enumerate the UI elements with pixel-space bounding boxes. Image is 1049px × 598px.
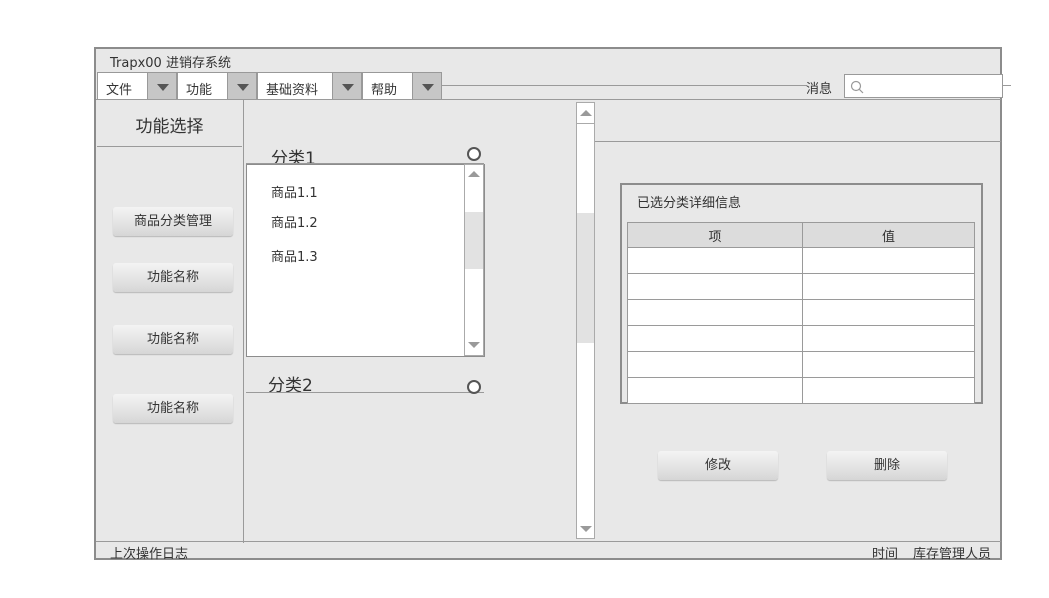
menu-function-dropdown[interactable] [227,72,257,100]
chevron-down-icon [342,84,354,91]
header-divider [96,99,1001,100]
sidebar-button-function-2[interactable]: 功能名称 [113,325,233,354]
search-input[interactable] [844,74,1003,98]
table-cell[interactable] [802,247,975,274]
column-header-item: 项 [627,222,803,248]
table-row[interactable] [627,273,975,300]
category-2-radio[interactable] [467,380,481,394]
scroll-down-icon[interactable] [580,526,592,532]
main-scrollbar[interactable] [576,102,595,539]
table-cell[interactable] [627,273,803,300]
menu-basic-data[interactable]: 基础资料 [257,72,333,100]
table-row[interactable] [627,299,975,326]
table-cell[interactable] [627,351,803,378]
list-item[interactable]: 商品1.2 [271,212,318,231]
category-2-line [246,392,484,393]
menu-function[interactable]: 功能 [177,72,228,100]
menu-file[interactable]: 文件 [97,72,148,100]
menubar-divider [442,85,807,86]
table-cell[interactable] [627,325,803,352]
menu-basic-data-dropdown[interactable] [332,72,362,100]
menu-file-dropdown[interactable] [147,72,177,100]
table-cell[interactable] [802,377,975,404]
sidebar-border [243,100,244,543]
detail-panel-title: 已选分类详细信息 [637,196,742,211]
detail-table: 项 值 [627,222,975,404]
scroll-down-icon[interactable] [468,342,480,348]
scrollbar-separator [577,123,594,124]
statusbar-divider [96,541,1001,542]
current-user-label: 库存管理人员 [913,547,992,562]
scroll-up-icon[interactable] [468,171,480,177]
last-operation-log[interactable]: 上次操作日志 [110,543,188,562]
table-cell[interactable] [627,247,803,274]
table-cell[interactable] [802,273,975,300]
message-label: 消息 [806,82,833,97]
chevron-down-icon [157,84,169,91]
menu-help[interactable]: 帮助 [362,72,413,100]
chevron-down-icon [422,84,434,91]
table-row[interactable] [627,247,975,274]
table-cell[interactable] [802,351,975,378]
sidebar-divider [97,146,242,147]
sidebar-button-function-1[interactable]: 功能名称 [113,263,233,292]
table-cell[interactable] [627,377,803,404]
list-item[interactable]: 商品1.1 [271,182,318,201]
column-header-value: 值 [802,222,975,248]
table-row[interactable] [627,325,975,352]
table-row[interactable] [627,377,975,404]
delete-button[interactable]: 删除 [827,451,947,480]
search-icon [850,80,864,94]
table-cell[interactable] [802,325,975,352]
listbox-scrollbar-thumb[interactable] [465,212,483,269]
table-cell[interactable] [627,299,803,326]
window-title: Trapx00 进销存系统 [110,56,231,71]
scroll-up-icon[interactable] [580,110,592,116]
edit-button[interactable]: 修改 [658,451,778,480]
main-scrollbar-thumb[interactable] [577,213,594,343]
table-row[interactable] [627,351,975,378]
listbox-scrollbar[interactable] [464,164,484,356]
sidebar-button-function-3[interactable]: 功能名称 [113,394,233,423]
time-label: 时间 [872,547,899,562]
sidebar-button-category-management[interactable]: 商品分类管理 [113,207,233,236]
category-1-radio[interactable] [467,147,481,161]
sidebar-title: 功能选择 [135,117,204,137]
table-cell[interactable] [802,299,975,326]
menu-help-dropdown[interactable] [412,72,442,100]
right-header-divider [595,141,1001,142]
chevron-down-icon [237,84,249,91]
list-item[interactable]: 商品1.3 [271,246,318,265]
menubar-divider-right [1003,85,1011,86]
